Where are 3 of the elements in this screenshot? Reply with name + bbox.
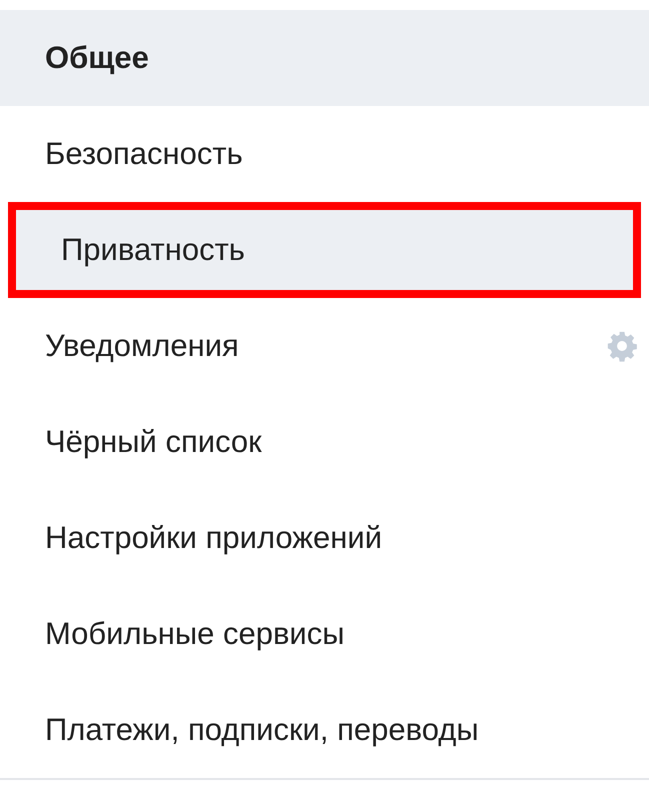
menu-item[interactable]: Общее — [0, 10, 649, 106]
menu-item[interactable]: Приватность — [8, 202, 641, 298]
gear-icon — [605, 329, 639, 363]
